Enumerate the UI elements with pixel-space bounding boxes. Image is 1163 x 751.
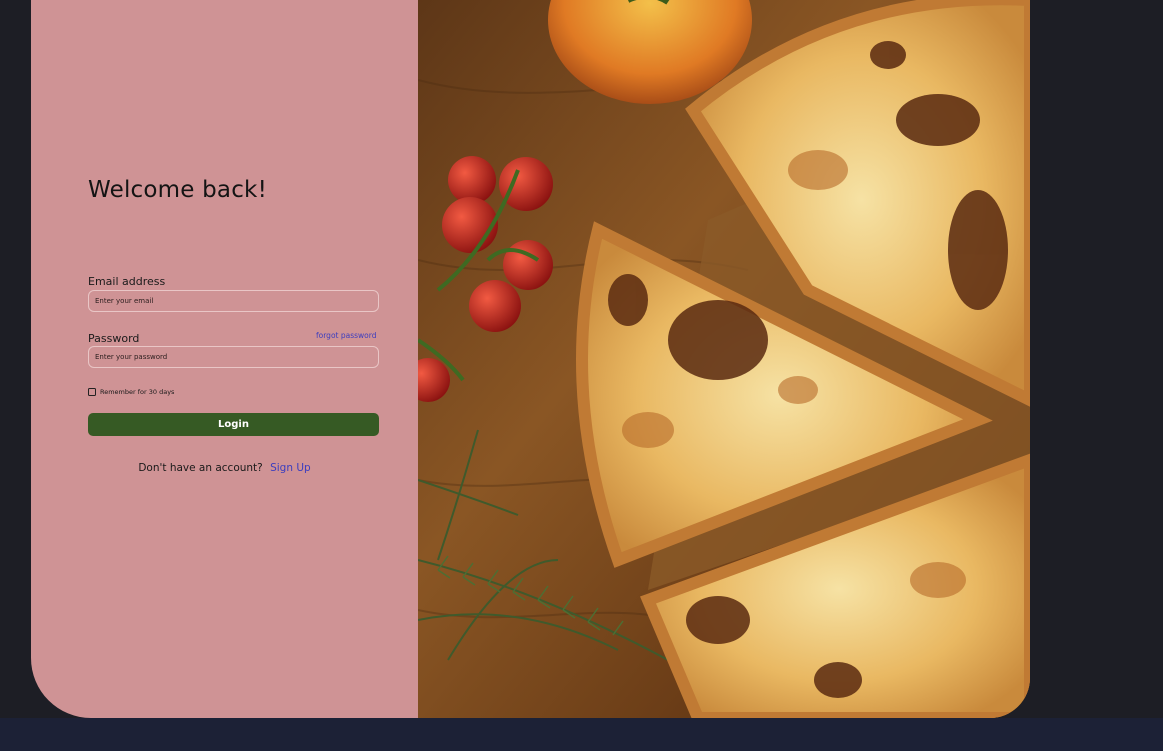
remember-checkbox[interactable]	[88, 388, 96, 396]
page-title: Welcome back!	[88, 177, 267, 203]
email-label: Email address	[88, 275, 166, 288]
signup-row: Don't have an account? Sign Up	[31, 462, 418, 474]
bottom-bar	[0, 718, 1163, 751]
hero-image	[418, 0, 1030, 718]
remember-label: Remember for 30 days	[100, 388, 175, 396]
signup-link[interactable]: Sign Up	[270, 462, 311, 474]
forgot-password-link[interactable]: forgot password	[316, 331, 376, 340]
login-panel: Welcome back! Email address Password for…	[31, 0, 418, 718]
pizza-photo-icon	[418, 0, 1030, 718]
remember-me[interactable]: Remember for 30 days	[88, 388, 174, 396]
login-card: Welcome back! Email address Password for…	[31, 0, 1030, 718]
email-field[interactable]	[88, 290, 379, 312]
password-label: Password	[88, 332, 140, 345]
page-background: Welcome back! Email address Password for…	[0, 0, 1163, 718]
signup-prompt: Don't have an account?	[138, 462, 263, 474]
password-field[interactable]	[88, 346, 379, 368]
login-button[interactable]: Login	[88, 413, 379, 436]
